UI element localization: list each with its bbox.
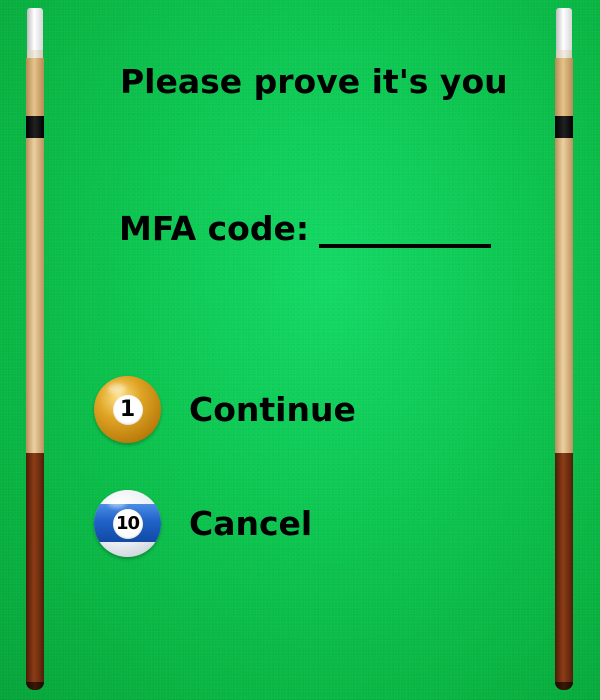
cue-shaft-upper xyxy=(26,58,44,116)
pool-ball-1-icon[interactable]: 1 xyxy=(94,376,161,443)
dialog-title: Please prove it's you xyxy=(120,62,508,101)
cue-butt xyxy=(555,453,573,690)
cue-ferrule xyxy=(27,50,43,58)
cue-tip xyxy=(556,8,572,50)
cancel-button[interactable]: 10 Cancel xyxy=(94,490,312,557)
continue-label[interactable]: Continue xyxy=(189,390,356,429)
cue-ferrule xyxy=(556,50,572,58)
cancel-label[interactable]: Cancel xyxy=(189,504,312,543)
ball-number: 10 xyxy=(115,512,140,534)
cue-band xyxy=(26,116,44,138)
mfa-row: MFA code: xyxy=(119,204,492,248)
pool-ball-10-icon[interactable]: 10 xyxy=(94,490,161,557)
cue-butt xyxy=(26,453,44,690)
right-pool-cue xyxy=(555,8,573,690)
mfa-code-input[interactable] xyxy=(319,212,492,248)
felt-background xyxy=(0,0,600,700)
cue-band xyxy=(555,116,573,138)
left-pool-cue xyxy=(26,8,44,690)
cue-shaft-lower xyxy=(555,138,573,453)
continue-button[interactable]: 1 Continue xyxy=(94,376,356,443)
mfa-label: MFA code: xyxy=(119,209,310,248)
cue-shaft-upper xyxy=(555,58,573,116)
ball-number: 1 xyxy=(119,396,136,422)
cue-shaft-lower xyxy=(26,138,44,453)
cue-tip xyxy=(27,8,43,50)
